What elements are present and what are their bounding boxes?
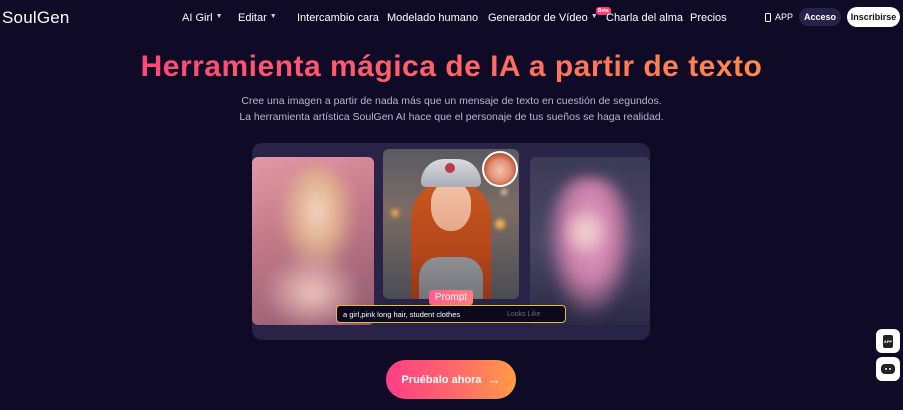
menu-generador-video-label: Generador de Vídeo <box>488 12 588 24</box>
menu-editar-label: Editar <box>238 12 267 24</box>
caret-down-icon: ▼ <box>215 12 223 20</box>
menu-precios[interactable]: Precios <box>690 12 727 24</box>
app-icon-label: APP <box>883 338 893 344</box>
hero-subtitle-line2: La herramienta artística SoulGen AI hace… <box>239 111 664 123</box>
prompt-tag: Prompt <box>429 290 473 305</box>
app-download-link[interactable]: APP <box>765 12 793 22</box>
menu-precios-label: Precios <box>690 12 727 24</box>
prompt-text: a girl,pink long hair, student clothes <box>343 309 461 319</box>
try-now-button[interactable]: Pruébalo ahora → <box>386 360 516 399</box>
menu-intercambio-cara-label: Intercambio cara <box>297 12 379 24</box>
prompt-ghost-text: Looks Like <box>507 310 541 318</box>
face-avatar <box>482 151 518 187</box>
login-button[interactable]: Acceso <box>799 8 841 26</box>
floating-app-button[interactable]: APP <box>876 329 900 353</box>
hero-title: Herramienta mágica de IA a partir de tex… <box>0 50 903 84</box>
floating-discord-button[interactable] <box>876 357 900 381</box>
blurred-image-right <box>530 157 650 325</box>
logo[interactable]: SoulGen <box>2 8 70 28</box>
discord-icon <box>881 364 895 374</box>
menu-charla-alma-label: Charla del alma <box>606 12 684 24</box>
phone-icon <box>765 12 771 22</box>
try-now-label: Pruébalo ahora <box>401 373 482 386</box>
menu-generador-video[interactable]: Generador de Vídeo ▼ Beta <box>488 7 611 24</box>
blurred-image-left <box>252 157 374 325</box>
menu-modelado-humano[interactable]: Modelado humano <box>387 12 478 24</box>
menu-ai-girl[interactable]: AI Girl ▼ <box>182 12 223 24</box>
prompt-input[interactable]: a girl,pink long hair, student clothes L… <box>336 305 566 323</box>
hero-subtitle-line1: Cree una imagen a partir de nada más que… <box>241 95 662 107</box>
arrow-right-icon: → <box>487 372 501 387</box>
menu-ai-girl-label: AI Girl <box>182 12 213 24</box>
menu-charla-alma[interactable]: Charla del alma <box>606 12 683 24</box>
signup-button[interactable]: Inscribirse <box>847 7 900 27</box>
menu-modelado-humano-label: Modelado humano <box>387 12 479 24</box>
menu-editar[interactable]: Editar ▼ <box>238 12 277 24</box>
app-label: APP <box>775 12 794 22</box>
caret-down-icon: ▼ <box>269 12 277 20</box>
top-navbar: SoulGen AI Girl ▼ Editar ▼ Intercambio car… <box>0 0 903 36</box>
menu-intercambio-cara[interactable]: Intercambio cara <box>297 12 379 24</box>
app-icon: APP <box>883 334 893 348</box>
